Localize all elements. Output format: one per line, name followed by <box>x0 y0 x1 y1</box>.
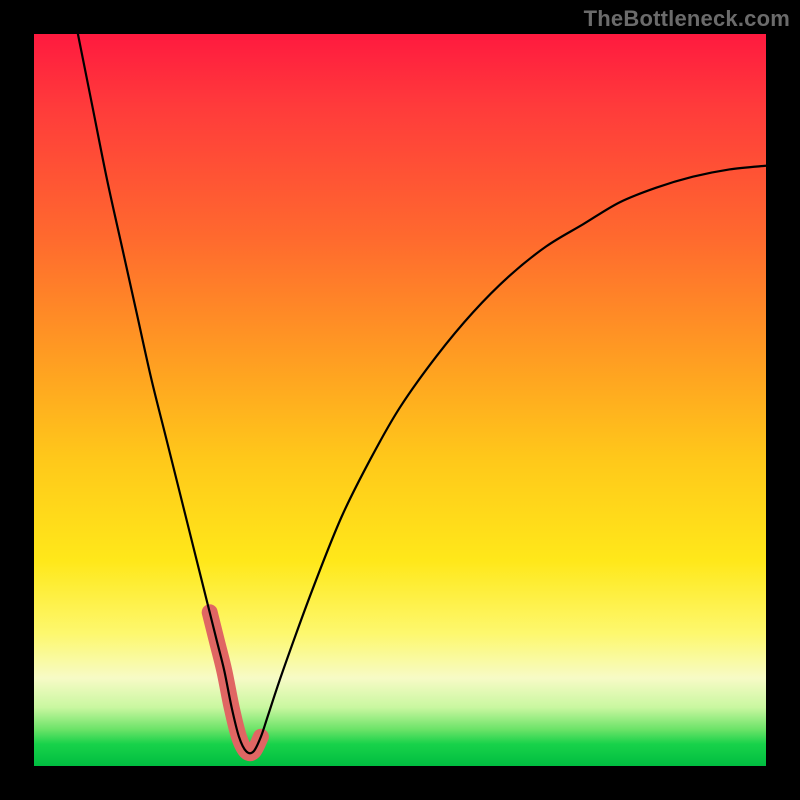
curve-line <box>78 34 766 753</box>
chart-frame: TheBottleneck.com <box>0 0 800 800</box>
watermark-text: TheBottleneck.com <box>584 6 790 32</box>
plot-area <box>34 34 766 766</box>
accent-segment <box>210 612 261 753</box>
curve-svg <box>34 34 766 766</box>
